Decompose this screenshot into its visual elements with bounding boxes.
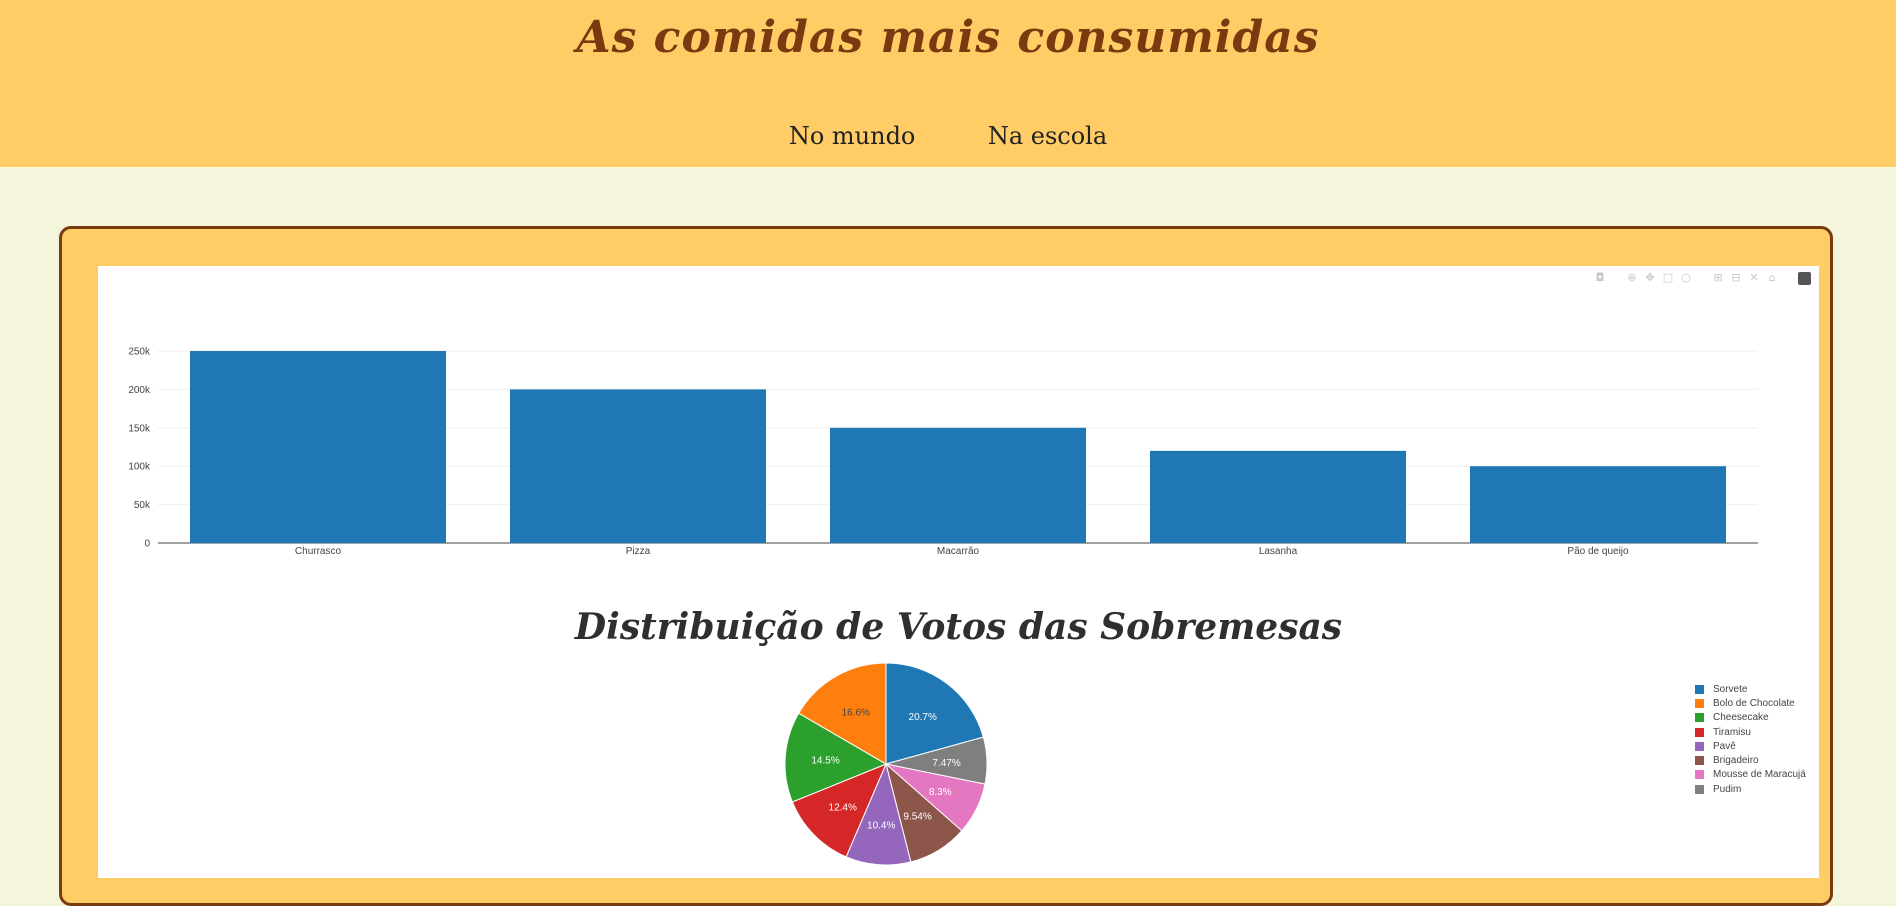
legend-item[interactable]: Bolo de Chocolate: [1695, 696, 1806, 710]
pie-slice-label: 8.3%: [929, 787, 952, 798]
legend-swatch: [1695, 741, 1704, 751]
legend-label: Mousse de Maracujá: [1713, 769, 1806, 781]
main-nav: No mundo Na escola: [0, 122, 1896, 150]
legend-item[interactable]: Pavê: [1695, 739, 1806, 753]
y-tick-label: 100k: [128, 462, 151, 473]
y-tick-label: 0: [144, 539, 150, 550]
plot-area: ◘ ⊕ ✥ □ ○ ⊞ ⊟ ✕ ⌂ 0 50k 100k 150k 200k 250k Ch…: [98, 266, 1819, 878]
pie-legend: Sorvete Bolo de Chocolate Cheesecake Tir…: [1695, 682, 1806, 796]
nav-link-na-escola[interactable]: Na escola: [988, 122, 1107, 150]
legend-item[interactable]: Pudim: [1695, 782, 1806, 796]
legend-label: Brigadeiro: [1713, 755, 1759, 767]
pie-slice-label: 9.54%: [903, 812, 931, 823]
site-header: As comidas mais consumidas No mundo Na e…: [0, 0, 1896, 167]
legend-swatch: [1695, 756, 1704, 766]
legend-item[interactable]: Sorvete: [1695, 682, 1806, 696]
x-tick-label: Pão de queijo: [1567, 546, 1629, 557]
bar[interactable]: [830, 427, 1086, 543]
legend-label: Sorvete: [1713, 683, 1748, 695]
x-tick-label: Macarrão: [937, 546, 980, 557]
y-tick-label: 250k: [128, 347, 151, 358]
pie-slice-label: 7.47%: [932, 758, 960, 769]
legend-item[interactable]: Tiramisu: [1695, 725, 1806, 739]
pie-slice-label: 14.5%: [811, 756, 839, 767]
legend-item[interactable]: Cheesecake: [1695, 711, 1806, 725]
nav-link-no-mundo[interactable]: No mundo: [789, 122, 916, 150]
legend-label: Pavê: [1713, 740, 1736, 752]
pie-slice-label: 20.7%: [909, 712, 937, 723]
legend-swatch: [1695, 713, 1704, 723]
pie-slice-label: 10.4%: [867, 820, 895, 831]
pie-slice-label: 12.4%: [829, 802, 857, 813]
legend-swatch: [1695, 770, 1704, 780]
x-tick-label: Lasanha: [1259, 546, 1298, 557]
x-tick-label: Pizza: [626, 546, 651, 557]
x-tick-label: Churrasco: [295, 546, 342, 557]
y-tick-label: 200k: [128, 385, 151, 396]
y-tick-label: 50k: [134, 500, 151, 511]
bar[interactable]: [1150, 450, 1406, 543]
legend-item[interactable]: Brigadeiro: [1695, 753, 1806, 767]
legend-label: Cheesecake: [1713, 712, 1769, 724]
legend-swatch: [1695, 698, 1704, 708]
legend-swatch: [1695, 784, 1704, 794]
bar-chart: 0 50k 100k 150k 200k 250k Churrasco Pizza Macarr…: [128, 347, 1758, 557]
y-tick-label: 150k: [128, 423, 151, 434]
pie-slice-label: 16.6%: [842, 707, 870, 718]
legend-swatch: [1695, 684, 1704, 694]
bar[interactable]: [1470, 466, 1726, 543]
legend-swatch: [1695, 727, 1704, 737]
bar[interactable]: [190, 351, 446, 543]
pie-chart-title: Distribuição de Votos das Sobremesas: [574, 606, 1343, 648]
legend-label: Pudim: [1713, 783, 1742, 795]
site-title: As comidas mais consumidas: [576, 12, 1320, 63]
bar[interactable]: [510, 389, 766, 543]
pie-chart: 20.7% 7.47% 8.3% 9.54% 10.4% 12.4% 14.5% 16.6%: [784, 662, 988, 866]
legend-label: Bolo de Chocolate: [1713, 697, 1795, 709]
legend-label: Tiramisu: [1713, 726, 1751, 738]
legend-item[interactable]: Mousse de Maracujá: [1695, 768, 1806, 782]
